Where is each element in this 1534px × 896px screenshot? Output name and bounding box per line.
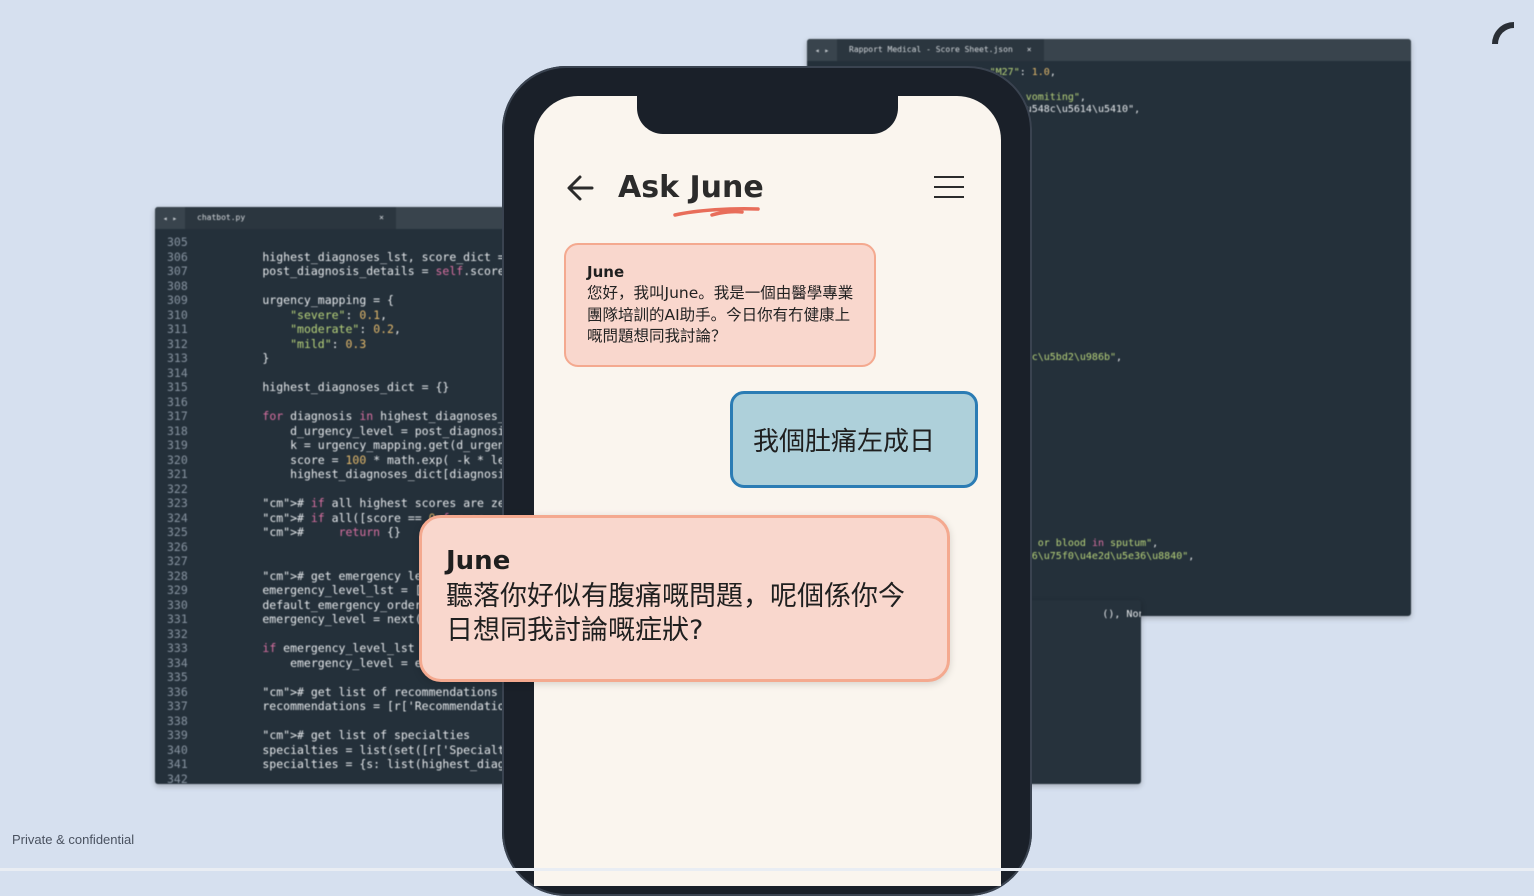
- line-number: 321: [167, 467, 188, 481]
- line-number: 341: [167, 757, 188, 771]
- code-line: 323 "cm"># if all highest scores are zer…: [155, 496, 505, 511]
- code-line: 340 specialties = list(set([r['Specialty: [155, 743, 505, 758]
- code-line: 312 "mild": 0.3: [155, 337, 505, 352]
- code-line: 341 specialties = {s: list(highest_diagn: [155, 757, 505, 772]
- code-line: 342: [155, 772, 505, 785]
- tab-nav-arrows-icon[interactable]: ◂ ▸: [155, 214, 185, 223]
- code-line: 313 }: [155, 351, 505, 366]
- code-line: 315 highest_diagnoses_dict = {}: [155, 380, 505, 395]
- code-line: 311 "moderate": 0.2,: [155, 322, 505, 337]
- code-line: 322: [155, 482, 505, 497]
- line-number: 306: [167, 249, 188, 264]
- line-number: 339: [167, 728, 188, 742]
- line-number: 326: [167, 539, 188, 554]
- editor-tab[interactable]: chatbot.py ×: [185, 207, 396, 229]
- tab-close-icon[interactable]: ×: [379, 207, 384, 229]
- arrow-left-icon[interactable]: [566, 172, 596, 204]
- editor-tabbar: ◂ ▸ chatbot.py ×: [155, 207, 505, 229]
- line-number: 334: [167, 655, 188, 670]
- line-number: 324: [167, 510, 188, 525]
- code-line: 320 score = 100 * math.exp( -k * len: [155, 453, 505, 468]
- code-line: 305: [155, 235, 505, 250]
- line-number: 319: [167, 438, 188, 452]
- code-line: 338: [155, 714, 505, 729]
- line-number: 342: [167, 771, 188, 785]
- code-line: 306 highest_diagnoses_lst, score_dict = …: [155, 250, 505, 265]
- confidentiality-footer: Private & confidential: [12, 832, 135, 847]
- line-number: 318: [167, 423, 188, 438]
- code-line: 308: [155, 279, 505, 294]
- line-number: 305: [167, 235, 188, 249]
- code-line: 309 urgency_mapping = {: [155, 293, 505, 308]
- message-sender: June: [587, 263, 625, 281]
- line-number: 325: [167, 525, 188, 539]
- line-number: 329: [167, 583, 188, 597]
- code-line: 339 "cm"># get list of specialties: [155, 728, 505, 743]
- line-number: 313: [167, 351, 188, 365]
- line-number: 310: [167, 307, 188, 322]
- line-number: 336: [167, 684, 188, 699]
- app-title: Ask June: [618, 170, 764, 205]
- hamburger-menu-icon[interactable]: [934, 176, 964, 202]
- code-line: 321 highest_diagnoses_dict[diagnosis: [155, 467, 505, 482]
- code-line: 310 "severe": 0.1,: [155, 308, 505, 323]
- editor-tab-title: chatbot.py: [197, 213, 246, 222]
- code-line: 316: [155, 395, 505, 410]
- message-bubble-june: June 您好，我叫June。我是一個由醫學專業團隊培訓的AI助手。今日你有冇健…: [564, 243, 876, 367]
- code-line: 318 d_urgency_level = post_diagnosis: [155, 424, 505, 439]
- phone-screen: [534, 96, 1001, 886]
- line-number: 333: [167, 641, 188, 655]
- tab-nav-arrows-icon[interactable]: ◂ ▸: [807, 46, 837, 55]
- editor-tabbar: ◂ ▸ Rapport Medical - Score Sheet.json ×: [807, 39, 1411, 61]
- code-editor-chatbot-py: ◂ ▸ chatbot.py × 305 306 highest_diagnose…: [155, 207, 505, 784]
- code-line: 317 for diagnosis in highest_diagnoses_l: [155, 409, 505, 424]
- line-number: 315: [167, 380, 188, 394]
- title-underline-decoration: [673, 207, 760, 217]
- message-bubble-user: 我個肚痛左成日: [730, 391, 978, 488]
- code-line: 336 "cm"># get list of recommendations: [155, 685, 505, 700]
- message-text: 聽落你好似有腹痛嘅問題，呢個係你今日想同我討論嘅症狀?: [446, 581, 905, 646]
- brand-logo-icon: [1492, 22, 1514, 44]
- code-line: 337 recommendations = [r['Recommendation: [155, 699, 505, 714]
- editor-tab-title: Rapport Medical - Score Sheet.json: [849, 45, 1013, 54]
- message-text: 您好，我叫June。我是一個由醫學專業團隊培訓的AI助手。今日你有冇健康上嘅問題…: [587, 284, 854, 345]
- line-number: 307: [167, 264, 188, 278]
- line-number: 332: [167, 626, 188, 641]
- line-number: 311: [167, 322, 188, 336]
- line-number: 312: [167, 336, 188, 351]
- line-number: 331: [167, 612, 188, 626]
- line-number: 316: [167, 394, 188, 409]
- line-number: 314: [167, 365, 188, 380]
- line-number: 323: [167, 496, 188, 510]
- line-number: 322: [167, 481, 188, 496]
- code-line: 314: [155, 366, 505, 381]
- code-content: 305 306 highest_diagnoses_lst, score_dict…: [155, 229, 505, 784]
- line-number: 330: [167, 597, 188, 612]
- line-number: 308: [167, 278, 188, 293]
- line-number: 309: [167, 293, 188, 307]
- code-line: 307 post_diagnosis_details = self.score_: [155, 264, 505, 279]
- line-number: 337: [167, 699, 188, 713]
- line-number: 327: [167, 554, 188, 568]
- line-number: 328: [167, 568, 188, 583]
- line-number: 335: [167, 670, 188, 684]
- tab-close-icon[interactable]: ×: [1027, 39, 1032, 61]
- editor-tab[interactable]: Rapport Medical - Score Sheet.json ×: [837, 39, 1044, 61]
- message-bubble-june-highlighted: June 聽落你好似有腹痛嘅問題，呢個係你今日想同我討論嘅症狀?: [419, 515, 950, 682]
- message-sender: June: [446, 546, 511, 576]
- message-text: 我個肚痛左成日: [753, 427, 936, 457]
- phone-notch: [637, 96, 898, 134]
- code-line: 319 k = urgency_mapping.get(d_urgenc: [155, 438, 505, 453]
- line-number: 340: [167, 742, 188, 757]
- line-number: 320: [167, 452, 188, 467]
- line-number: 317: [167, 409, 188, 423]
- line-number: 338: [167, 713, 188, 728]
